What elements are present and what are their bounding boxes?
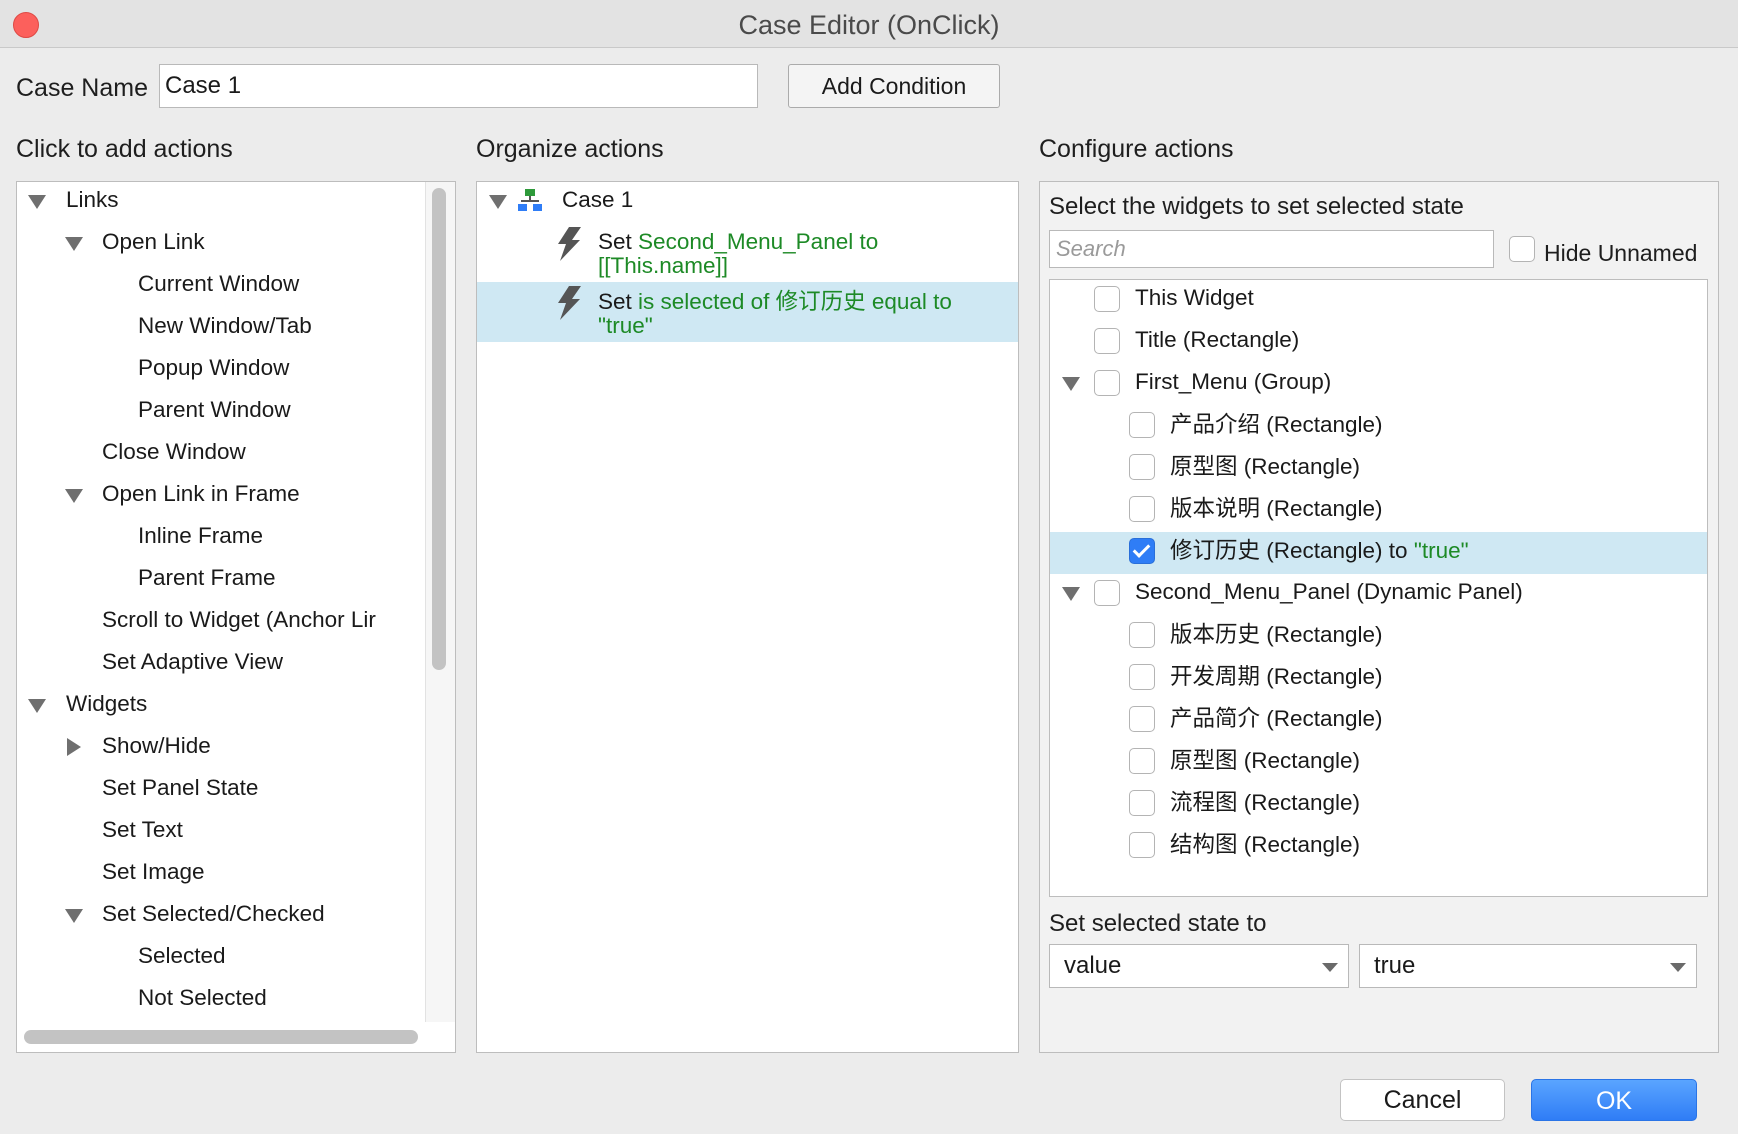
action-1-prefix: Set (598, 229, 632, 254)
actions-tree-horizontal-scrollbar[interactable] (24, 1030, 418, 1044)
widget-checkbox[interactable] (1094, 286, 1120, 312)
expand-case-icon[interactable] (489, 195, 507, 209)
widget-item-this-widget[interactable]: This Widget (1135, 281, 1254, 315)
widget-checkbox[interactable] (1129, 832, 1155, 858)
hide-unnamed-label: Hide Unnamed (1544, 240, 1698, 266)
action-2-line2: "true" (598, 313, 653, 338)
expand-links-icon[interactable] (28, 195, 46, 209)
widget-checkbox[interactable] (1129, 622, 1155, 648)
tree-item-set-image[interactable]: Set Image (102, 855, 205, 889)
widget-checkbox[interactable] (1094, 580, 1120, 606)
widget-item-xiuding-lishi-value: "true" (1413, 538, 1469, 563)
case-name-label: Case Name (16, 74, 148, 102)
widget-item-kaifa-zhouqi[interactable]: 开发周期 (Rectangle) (1170, 660, 1383, 694)
action-2[interactable]: Set is selected of 修订历史 equal to (598, 290, 952, 314)
widget-item-banben-shuoming[interactable]: 版本说明 (Rectangle) (1170, 492, 1383, 526)
tree-item-selected[interactable]: Selected (138, 939, 226, 973)
action-1[interactable]: Set Second_Menu_Panel to (598, 230, 878, 254)
case-name-input[interactable]: Case 1 (159, 64, 758, 108)
window-title: Case Editor (OnClick) (738, 10, 1000, 40)
expand-widgets-icon[interactable] (28, 699, 46, 713)
action-1-line1: Second_Menu_Panel to (638, 229, 879, 254)
widget-item-banben-lishi[interactable]: 版本历史 (Rectangle) (1170, 618, 1383, 652)
widget-item-chanpin-jianjie[interactable]: 产品简介 (Rectangle) (1170, 702, 1383, 736)
action-2-prefix: Set (598, 289, 632, 314)
widget-item-xiuding-lishi-label: 修订历史 (Rectangle) to (1170, 538, 1408, 563)
case-tree-icon (518, 189, 542, 211)
actions-tree-vertical-scrollbar[interactable] (432, 188, 446, 670)
state-label: Set selected state to (1049, 910, 1267, 937)
tree-item-not-selected[interactable]: Not Selected (138, 981, 267, 1015)
chevron-down-icon (1670, 963, 1686, 972)
tree-item-widgets[interactable]: Widgets (66, 687, 147, 721)
ok-button[interactable]: OK (1531, 1079, 1697, 1121)
expand-second-menu-panel-icon[interactable] (1062, 587, 1080, 601)
widget-checkbox[interactable] (1129, 412, 1155, 438)
widget-item-second-menu-panel[interactable]: Second_Menu_Panel (Dynamic Panel) (1135, 575, 1523, 609)
action-2-line1: is selected of 修订历史 equal to (638, 289, 952, 314)
state-value-select[interactable]: true (1359, 944, 1697, 988)
tree-item-set-text[interactable]: Set Text (102, 813, 183, 847)
widget-item-title[interactable]: Title (Rectangle) (1135, 323, 1299, 357)
widget-item-xiuding-lishi[interactable]: 修订历史 (Rectangle) to "true" (1170, 534, 1469, 568)
tree-item-open-link-in-frame[interactable]: Open Link in Frame (102, 477, 300, 511)
tree-item-links[interactable]: Links (66, 183, 119, 217)
tree-item-open-link[interactable]: Open Link (102, 225, 205, 259)
widget-item-liuchengtu[interactable]: 流程图 (Rectangle) (1170, 786, 1360, 820)
state-type-select[interactable]: value (1049, 944, 1349, 988)
widget-checkbox[interactable] (1129, 664, 1155, 690)
widget-search-input[interactable]: Search (1049, 230, 1494, 268)
action-1-line2: [[This.name]] (598, 253, 729, 278)
widget-item-chanpin-jieshao[interactable]: 产品介绍 (Rectangle) (1170, 408, 1383, 442)
lightning-icon (558, 227, 581, 261)
tree-item-set-panel-state[interactable]: Set Panel State (102, 771, 258, 805)
tree-item-scroll-to-widget[interactable]: Scroll to Widget (Anchor Lir (102, 603, 422, 637)
right-heading: Configure actions (1039, 135, 1234, 163)
widget-checkbox[interactable] (1094, 328, 1120, 354)
widget-checkbox[interactable] (1129, 748, 1155, 774)
tree-item-parent-window[interactable]: Parent Window (138, 393, 291, 427)
left-heading: Click to add actions (16, 135, 233, 163)
widget-checkbox[interactable] (1129, 454, 1155, 480)
state-type-value: value (1064, 952, 1122, 979)
lightning-icon (558, 286, 581, 320)
tree-item-popup-window[interactable]: Popup Window (138, 351, 289, 385)
tree-item-show-hide[interactable]: Show/Hide (102, 729, 211, 763)
tree-item-set-selected-checked[interactable]: Set Selected/Checked (102, 897, 325, 931)
expand-show-hide-icon[interactable] (67, 738, 81, 756)
middle-heading: Organize actions (476, 135, 664, 163)
configure-subheading: Select the widgets to set selected state (1049, 193, 1464, 220)
widget-checkbox[interactable] (1129, 496, 1155, 522)
tree-item-set-adaptive-view[interactable]: Set Adaptive View (102, 645, 283, 679)
expand-open-link-icon[interactable] (65, 237, 83, 251)
widget-checkbox-checked[interactable] (1129, 538, 1155, 564)
widget-item-yuanxingtu[interactable]: 原型图 (Rectangle) (1170, 450, 1360, 484)
tree-item-close-window[interactable]: Close Window (102, 435, 246, 469)
state-value: true (1374, 952, 1416, 979)
add-condition-button[interactable]: Add Condition (788, 64, 1000, 108)
expand-first-menu-icon[interactable] (1062, 377, 1080, 391)
tree-item-parent-frame[interactable]: Parent Frame (138, 561, 276, 595)
checkmark-icon (1132, 540, 1151, 558)
widget-checkbox[interactable] (1094, 370, 1120, 396)
hide-unnamed-checkbox[interactable] (1509, 236, 1535, 262)
tree-item-new-window-tab[interactable]: New Window/Tab (138, 309, 312, 343)
widget-item-yuanxingtu-2[interactable]: 原型图 (Rectangle) (1170, 744, 1360, 778)
tree-item-current-window[interactable]: Current Window (138, 267, 299, 301)
chevron-down-icon (1322, 963, 1338, 972)
widget-checkbox[interactable] (1129, 790, 1155, 816)
case-label[interactable]: Case 1 (562, 183, 633, 217)
cancel-button[interactable]: Cancel (1340, 1079, 1505, 1121)
expand-open-link-in-frame-icon[interactable] (65, 489, 83, 503)
widget-item-jiegoutu[interactable]: 结构图 (Rectangle) (1170, 828, 1360, 862)
widget-item-first-menu[interactable]: First_Menu (Group) (1135, 365, 1331, 399)
tree-item-inline-frame[interactable]: Inline Frame (138, 519, 263, 553)
expand-set-selected-checked-icon[interactable] (65, 909, 83, 923)
widget-checkbox[interactable] (1129, 706, 1155, 732)
